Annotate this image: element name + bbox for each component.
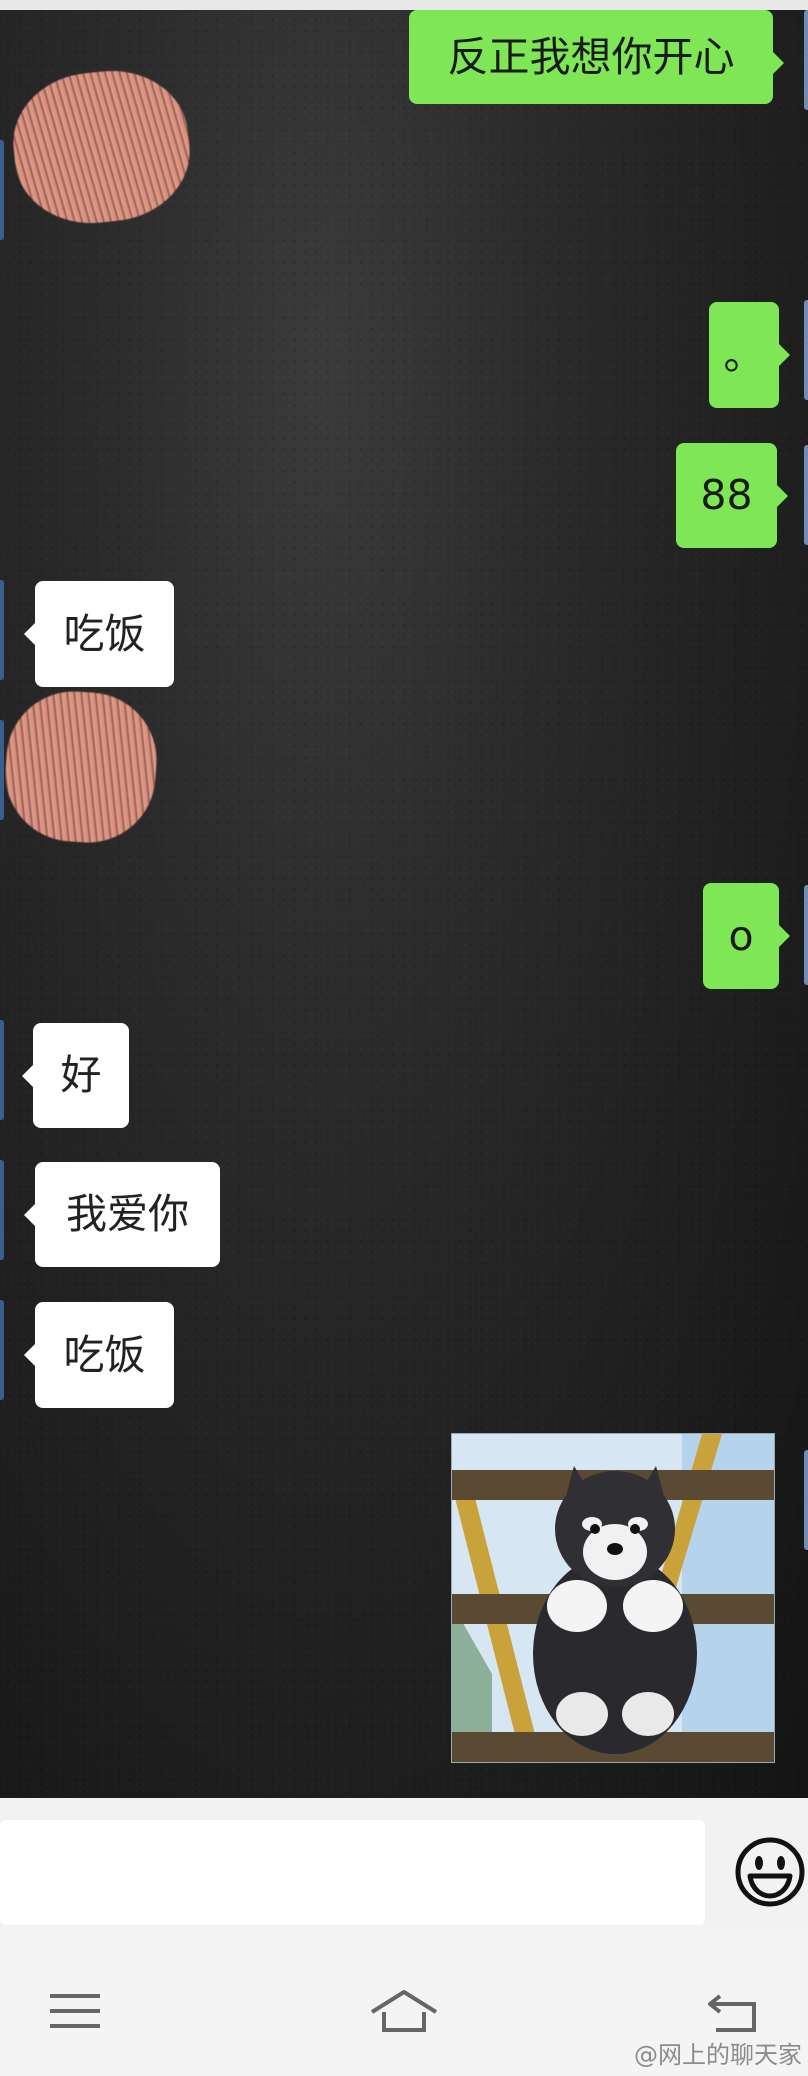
contact-avatar-edge[interactable]: [0, 1020, 4, 1120]
outgoing-message-bubble[interactable]: o: [703, 883, 790, 989]
back-arrow-icon[interactable]: [704, 1986, 762, 2036]
incoming-message-bubble[interactable]: 吃饭: [24, 581, 174, 687]
redaction-scribble: [6, 63, 197, 231]
home-icon[interactable]: [368, 1986, 440, 2036]
redaction-scribble: [0, 686, 162, 848]
smiley-emoji-icon[interactable]: [734, 1836, 806, 1908]
outgoing-message-bubble[interactable]: 。: [709, 302, 790, 408]
my-avatar-edge[interactable]: [804, 10, 808, 110]
status-bar-strip: [0, 0, 808, 10]
image-message-puppy[interactable]: [451, 1433, 775, 1763]
contact-avatar-edge[interactable]: [0, 1160, 4, 1260]
incoming-message-bubble[interactable]: 好: [22, 1023, 129, 1128]
my-avatar-edge[interactable]: [804, 885, 808, 985]
watermark: @网上的聊天家: [634, 2041, 802, 2069]
contact-avatar-edge[interactable]: [0, 140, 4, 240]
outgoing-message-bubble[interactable]: 88: [676, 443, 788, 548]
puppy-photo: [452, 1434, 774, 1762]
my-avatar-edge[interactable]: [804, 445, 808, 545]
my-avatar-edge[interactable]: [804, 1450, 808, 1550]
message-input[interactable]: [0, 1820, 705, 1925]
incoming-message-bubble[interactable]: 吃饭: [24, 1302, 174, 1408]
contact-avatar-edge[interactable]: [0, 1300, 4, 1400]
hamburger-menu-icon[interactable]: [46, 1986, 106, 2036]
outgoing-message-bubble[interactable]: 反正我想你开心: [409, 10, 784, 104]
incoming-message-bubble[interactable]: 我爱你: [24, 1162, 220, 1267]
contact-avatar-edge[interactable]: [0, 720, 4, 820]
my-avatar-edge[interactable]: [804, 300, 808, 400]
contact-avatar-edge[interactable]: [0, 580, 4, 680]
